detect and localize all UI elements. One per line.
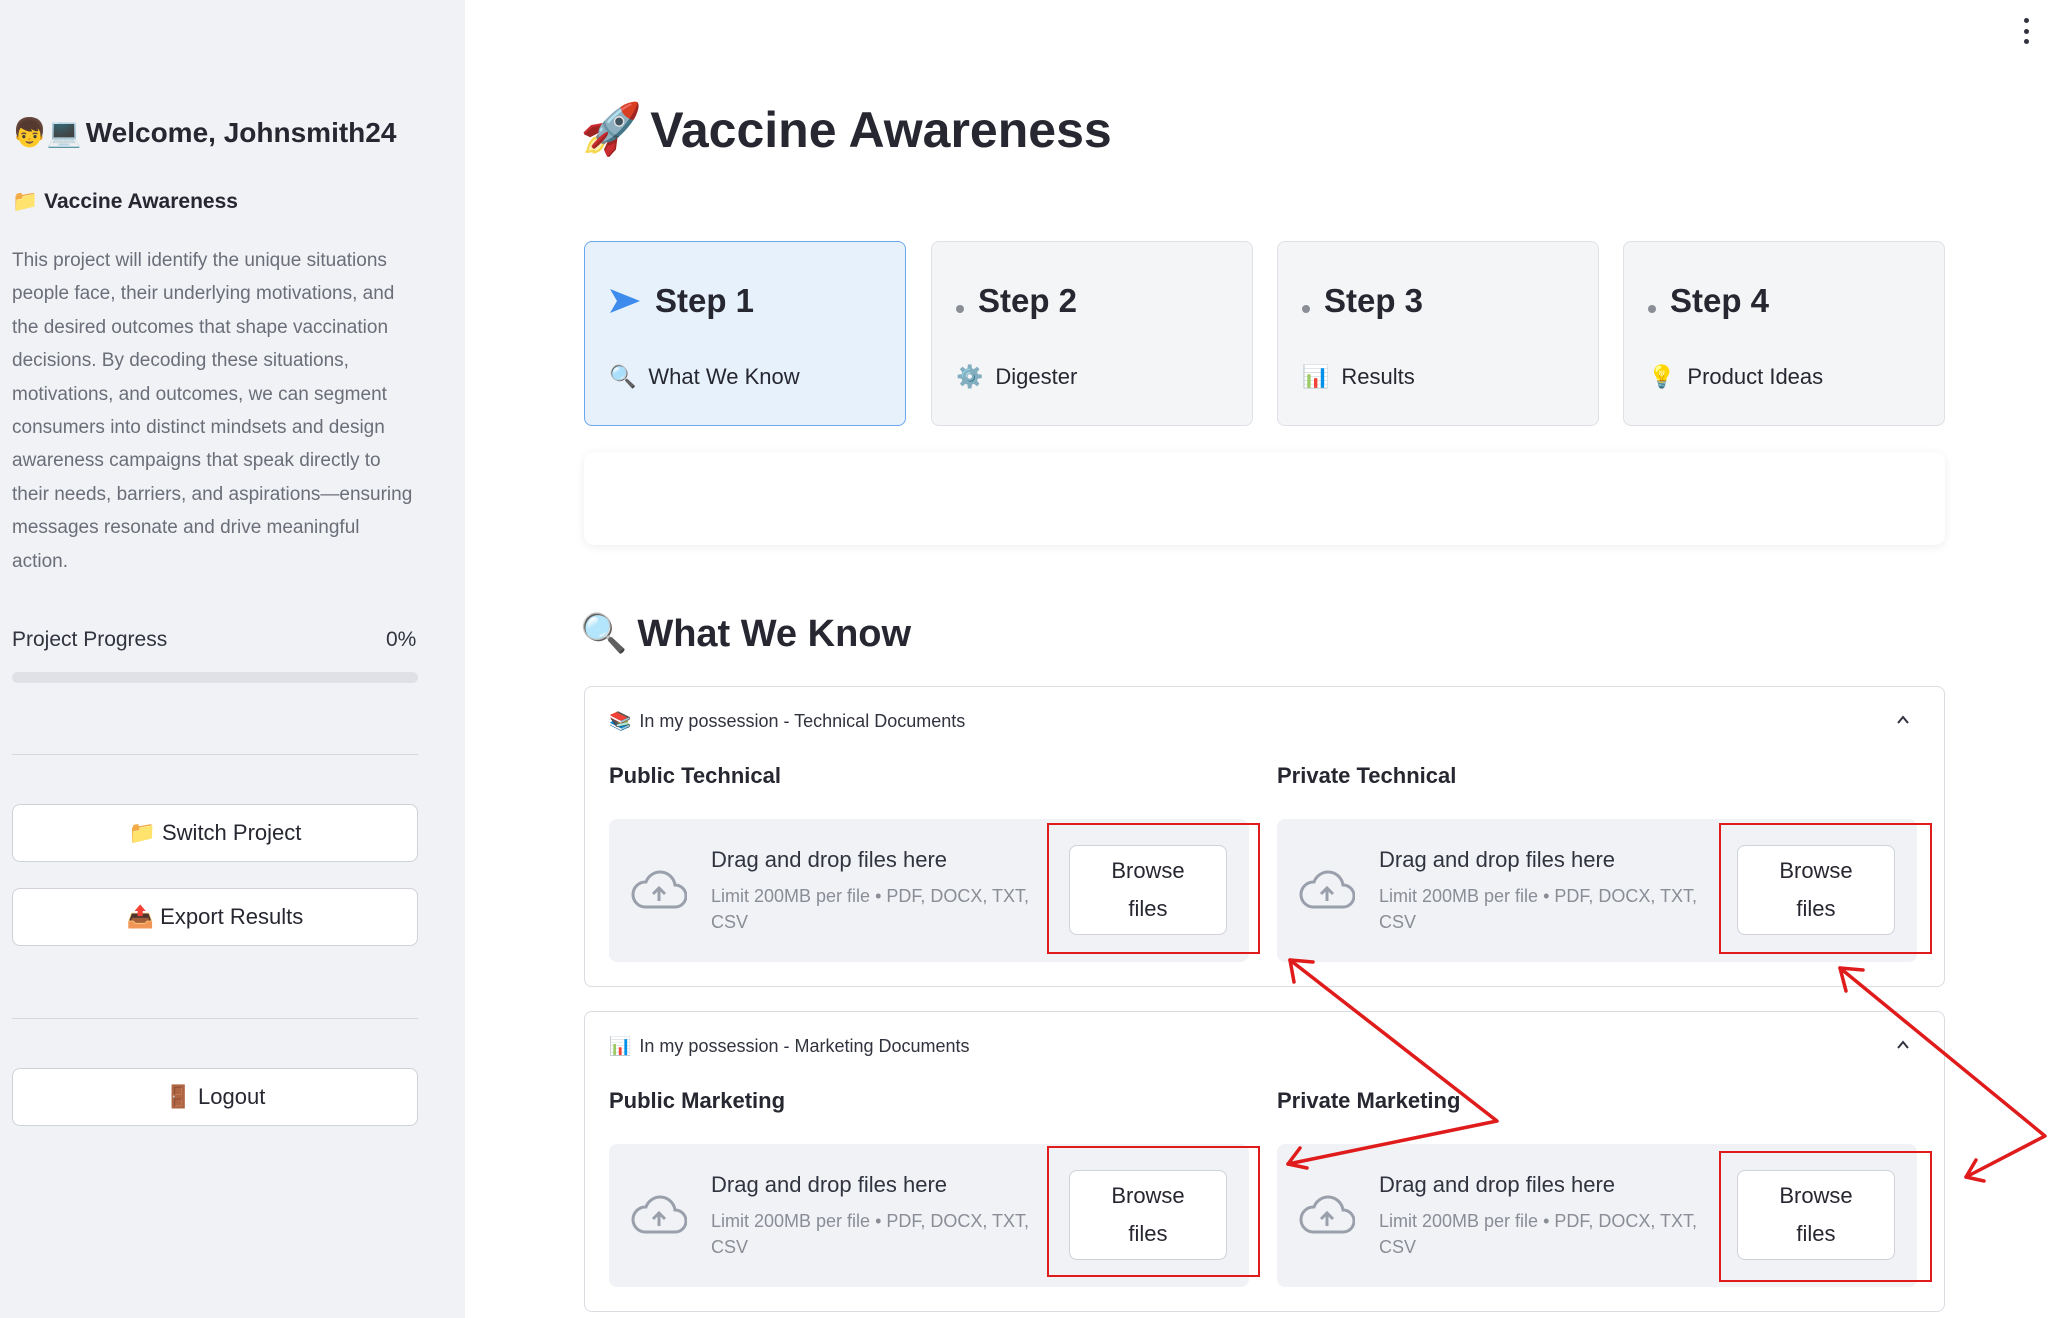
bar-chart-icon: 📊	[609, 1036, 632, 1056]
progress-value: 0%	[386, 628, 417, 651]
expander-title: In my possession - Marketing Documents	[639, 1036, 970, 1056]
rocket-icon: 🚀	[580, 101, 643, 157]
step-1-card[interactable]: Step 1 🔍 What We Know	[584, 241, 906, 426]
door-icon: 🚪	[164, 1084, 193, 1109]
section-title: 🔍 What We Know	[580, 612, 911, 656]
column-title: Public Marketing	[609, 1088, 786, 1113]
upload-limit-text: Limit 200MB per file • PDF, DOCX, TXT, C…	[1379, 886, 1698, 932]
gear-icon: ⚙️	[956, 364, 984, 389]
drag-drop-text: Drag and drop files here	[1379, 1172, 1616, 1197]
drag-drop-text: Drag and drop files here	[711, 1172, 948, 1197]
column-title: Private Technical	[1277, 763, 1457, 788]
section-title-text: What We Know	[637, 612, 912, 655]
page-title: 🚀 Vaccine Awareness	[580, 100, 1112, 159]
sidebar: 👦💻 Welcome, Johnsmith24 📁 Vaccine Awaren…	[0, 0, 465, 1318]
step-label: Step 3	[1324, 282, 1424, 319]
upload-limit-text: Limit 200MB per file • PDF, DOCX, TXT, C…	[1379, 1211, 1698, 1257]
step-sub-label: Product Ideas	[1687, 364, 1824, 389]
highlight-box	[1047, 1146, 1260, 1277]
welcome-heading: 👦💻 Welcome, Johnsmith24	[12, 116, 396, 149]
arrow-icon	[610, 289, 640, 313]
outbox-icon: 📤	[126, 904, 155, 929]
page-title-text: Vaccine Awareness	[650, 101, 1112, 158]
highlight-box	[1719, 1151, 1932, 1282]
bar-chart-icon: 📊	[1302, 364, 1330, 389]
drag-drop-text: Drag and drop files here	[1379, 847, 1616, 872]
main-menu-icon[interactable]	[2020, 18, 2032, 44]
logout-button[interactable]: 🚪 Logout	[12, 1068, 418, 1126]
progress-label: Project Progress	[12, 628, 168, 651]
step-3-card[interactable]: Step 3 📊 Results	[1277, 241, 1599, 426]
column-title: Public Technical	[609, 763, 781, 788]
dot-icon	[1302, 305, 1310, 313]
switch-project-button[interactable]: 📁 Switch Project	[12, 804, 418, 862]
expander-header[interactable]: 📊 In my possession - Marketing Documents	[609, 1036, 970, 1057]
divider	[12, 754, 418, 755]
chevron-up-icon[interactable]	[1896, 713, 1910, 727]
expander-title: In my possession - Technical Documents	[639, 711, 966, 731]
upload-limit-text: Limit 200MB per file • PDF, DOCX, TXT, C…	[711, 1211, 1030, 1257]
step-sub-label: Results	[1341, 364, 1415, 389]
chevron-up-icon[interactable]	[1896, 1038, 1910, 1052]
lightbulb-icon: 💡	[1648, 364, 1676, 389]
highlight-box	[1047, 823, 1260, 954]
switch-project-label: Switch Project	[162, 820, 302, 845]
cloud-upload-icon	[1299, 870, 1355, 909]
books-icon: 📚	[609, 711, 632, 731]
highlight-box	[1719, 823, 1932, 954]
dot-icon	[956, 305, 964, 313]
upload-limit-text: Limit 200MB per file • PDF, DOCX, TXT, C…	[711, 886, 1030, 932]
cloud-upload-icon	[1299, 1195, 1355, 1234]
export-results-label: Export Results	[160, 904, 304, 929]
step-content-panel	[584, 452, 1945, 545]
divider	[12, 1018, 418, 1019]
cloud-upload-icon	[631, 870, 687, 909]
project-description: This project will identify the unique si…	[12, 250, 413, 572]
step-4-card[interactable]: Step 4 💡 Product Ideas	[1623, 241, 1945, 426]
drag-drop-text: Drag and drop files here	[711, 847, 948, 872]
magnifier-icon: 🔍	[580, 613, 628, 655]
expander-header[interactable]: 📚 In my possession - Technical Documents	[609, 711, 965, 732]
folder-icon: 📁	[12, 190, 39, 213]
step-sub-label: Digester	[995, 364, 1078, 389]
progress-bar	[12, 672, 418, 683]
welcome-text: Welcome, Johnsmith24	[85, 116, 397, 148]
step-label: Step 1	[655, 282, 755, 319]
user-laptop-icon: 👦💻	[12, 117, 82, 148]
project-name: 📁 Vaccine Awareness	[12, 190, 238, 214]
logout-label: Logout	[198, 1084, 266, 1109]
cloud-upload-icon	[631, 1195, 687, 1234]
dot-icon	[1648, 305, 1656, 313]
step-label: Step 2	[978, 282, 1078, 319]
column-title: Private Marketing	[1277, 1088, 1461, 1113]
step-sub-label: What We Know	[648, 364, 800, 389]
project-name-text: Vaccine Awareness	[44, 190, 238, 213]
step-2-card[interactable]: Step 2 ⚙️ Digester	[931, 241, 1253, 426]
step-label: Step 4	[1670, 282, 1770, 319]
export-results-button[interactable]: 📤 Export Results	[12, 888, 418, 946]
magnifier-icon: 🔍	[609, 364, 637, 389]
folder-icon: 📁	[128, 820, 156, 845]
